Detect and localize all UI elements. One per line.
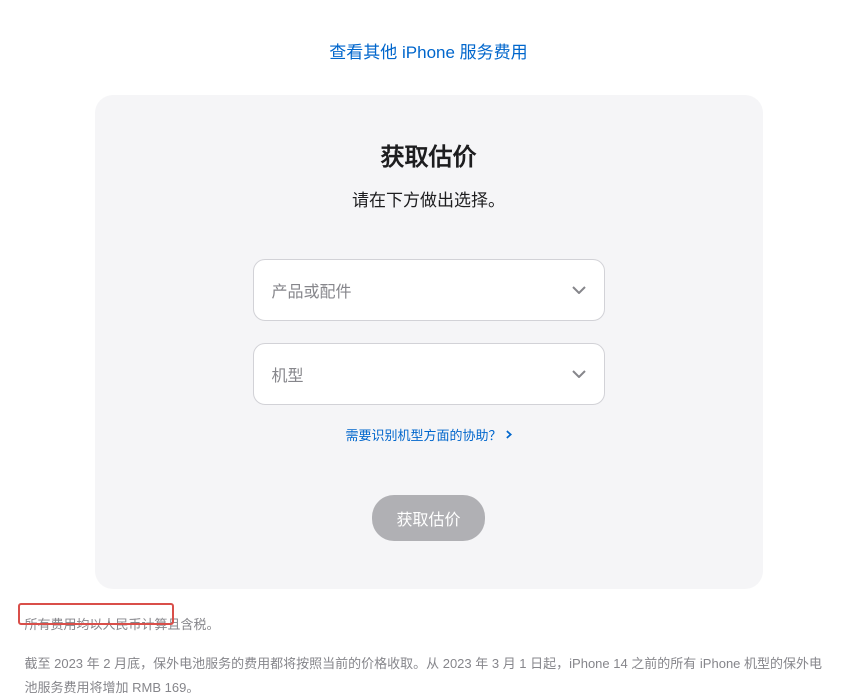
chevron-down-icon [572, 286, 586, 294]
other-services-link[interactable]: 查看其他 iPhone 服务费用 [329, 43, 527, 62]
footer-line-2-part2: 费用将增加 RMB 169。 [64, 680, 200, 695]
product-select-placeholder: 产品或配件 [272, 278, 352, 302]
chevron-right-icon [506, 427, 512, 442]
help-link-label: 需要识别机型方面的协助？ [345, 425, 501, 444]
help-link-row: 需要识别机型方面的协助？ [95, 425, 763, 445]
footer-line-1: 所有费用均以人民币计算且含税。 [25, 613, 833, 636]
chevron-down-icon [572, 370, 586, 378]
product-select[interactable]: 产品或配件 [253, 259, 605, 321]
card-subtitle: 请在下方做出选择。 [95, 186, 763, 211]
identify-model-help-link[interactable]: 需要识别机型方面的协助？ [345, 425, 511, 444]
model-select[interactable]: 机型 [253, 343, 605, 405]
estimate-card: 获取估价 请在下方做出选择。 产品或配件 机型 需要识别机型方面的协助？ 获取估… [95, 95, 763, 589]
card-title: 获取估价 [95, 137, 763, 172]
other-services-link-row: 查看其他 iPhone 服务费用 [0, 0, 857, 95]
get-estimate-button[interactable]: 获取估价 [372, 495, 484, 541]
model-select-placeholder: 机型 [272, 362, 304, 386]
footer-line-2: 截至 2023 年 2 月底，保外电池服务的费用都将按照当前的价格收取。从 20… [25, 652, 833, 699]
footer-text: 所有费用均以人民币计算且含税。 截至 2023 年 2 月底，保外电池服务的费用… [19, 613, 839, 699]
